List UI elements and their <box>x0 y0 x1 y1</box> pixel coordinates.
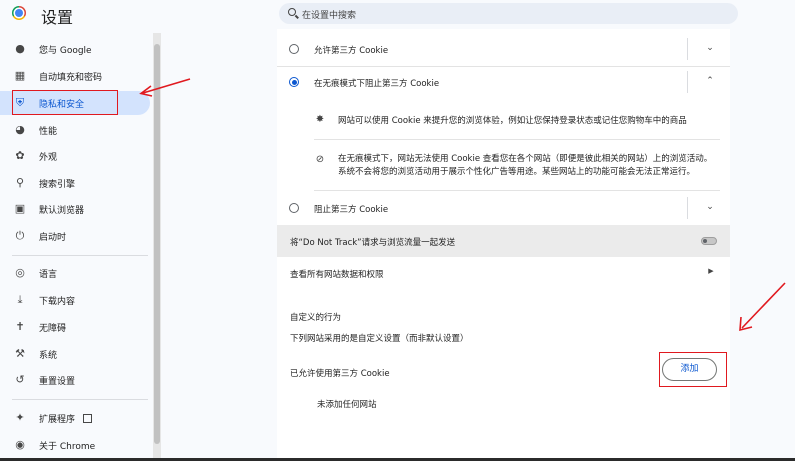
puzzle-icon: ✦ <box>15 411 25 424</box>
sidebar-item-label: 外观 <box>39 153 58 163</box>
clipboard-icon: ▦ <box>14 69 26 82</box>
custom-behavior-heading: 自定义的行为 <box>290 313 342 323</box>
search-icon: ⚲ <box>15 176 25 189</box>
chevron-down-icon[interactable]: ⌄ <box>704 43 716 53</box>
search-icon <box>288 8 296 16</box>
sidebar-item-languages[interactable]: ◎ 语言 <box>0 261 150 285</box>
power-icon: ⏻ <box>15 229 25 242</box>
search-placeholder: 在设置中搜索 <box>302 11 357 21</box>
open-in-new-icon <box>83 414 93 423</box>
sidebar-item-label: 重置设置 <box>39 377 76 387</box>
sidebar-item-label: 关于 Chrome <box>39 442 96 452</box>
sidebar-item-label: 启动时 <box>39 233 67 243</box>
blocked-icon: ⊘ <box>315 154 325 165</box>
palette-icon: ✿ <box>15 149 25 162</box>
sidebar-item-you-and-google[interactable]: ● 您与 Google <box>0 37 150 61</box>
wrench-icon: ⚒ <box>15 347 25 360</box>
annotation-box-add <box>659 352 727 387</box>
sidebar-item-appearance[interactable]: ✿ 外观 <box>0 144 150 168</box>
sidebar-item-reset[interactable]: ↺ 重置设置 <box>0 368 150 392</box>
divider <box>687 197 688 219</box>
sidebar-item-performance[interactable]: ◕ 性能 <box>0 118 150 142</box>
accessibility-icon: ✝ <box>15 320 25 333</box>
radio-block-third-party[interactable] <box>289 203 299 213</box>
custom-behavior-description: 下列网站采用的是自定义设置（而非默认设置） <box>290 334 469 344</box>
annotation-box-privacy <box>12 90 118 115</box>
option-label: 阻止第三方 Cookie <box>314 205 389 215</box>
sidebar-scroll-thumb[interactable] <box>154 44 160 444</box>
top-bar: 设置 在设置中搜索 <box>0 0 795 29</box>
incognito-detail-text: 在无痕模式下，网站无法使用 Cookie 查看您在各个网站（即便是彼此相关的网站… <box>338 154 713 164</box>
sidebar-item-label: 搜索引擎 <box>39 180 76 190</box>
do-not-track-row[interactable]: 将“Do Not Track”请求与浏览流量一起发送 <box>277 225 730 257</box>
incognito-detail-text: 系统不会将您的浏览活动用于展示个性化广告等用途。某些网站上的功能可能会无法正常运… <box>338 167 696 177</box>
sidebar-item-label: 自动填充和密码 <box>39 73 103 83</box>
annotation-arrow-privacy <box>139 78 191 97</box>
allowed-cookies-label: 已允许使用第三方 Cookie <box>290 369 390 379</box>
reset-icon: ↺ <box>15 373 25 386</box>
annotation-arrow-add <box>739 282 786 332</box>
divider <box>687 71 688 93</box>
sidebar-item-label: 您与 Google <box>39 46 92 56</box>
sidebar-item-accessibility[interactable]: ✝ 无障碍 <box>0 315 150 339</box>
do-not-track-label: 将“Do Not Track”请求与浏览流量一起发送 <box>290 238 456 248</box>
speedometer-icon: ◕ <box>15 123 25 136</box>
sidebar-item-search-engine[interactable]: ⚲ 搜索引擎 <box>0 171 150 195</box>
option-label: 在无痕模式下阻止第三方 Cookie <box>314 79 440 89</box>
site-data-label: 查看所有网站数据和权限 <box>290 270 384 280</box>
sidebar-item-default-browser[interactable]: ▣ 默认浏览器 <box>0 197 150 221</box>
sidebar-item-downloads[interactable]: ⤓ 下载内容 <box>0 288 150 312</box>
chevron-up-icon[interactable]: ⌃ <box>704 76 716 86</box>
option-label: 允许第三方 Cookie <box>314 46 389 56</box>
person-icon: ● <box>15 42 25 55</box>
sidebar-item-label: 无障碍 <box>39 324 67 334</box>
chrome-logo-icon <box>12 6 26 20</box>
sidebar-item-autofill[interactable]: ▦ 自动填充和密码 <box>0 64 150 88</box>
do-not-track-toggle[interactable] <box>701 237 717 245</box>
cookie-detail-text: 网站可以使用 Cookie 来提升您的浏览体验，例如让您保持登录状态或记住您购物… <box>338 116 687 126</box>
sidebar-divider <box>12 255 148 256</box>
row-divider <box>314 139 720 140</box>
sidebar-divider <box>12 399 148 400</box>
radio-allow-third-party[interactable] <box>289 44 299 54</box>
sidebar-item-system[interactable]: ⚒ 系统 <box>0 342 150 366</box>
chevron-right-icon[interactable]: ▶ <box>705 267 717 275</box>
search-input[interactable]: 在设置中搜索 <box>279 3 738 24</box>
sidebar-item-extensions[interactable]: ✦ 扩展程序 <box>0 406 150 430</box>
divider <box>687 38 688 60</box>
chevron-down-icon[interactable]: ⌄ <box>704 202 716 212</box>
sidebar-item-label: 默认浏览器 <box>39 206 85 216</box>
cookie-icon: ✸ <box>315 114 325 125</box>
sidebar-item-label: 语言 <box>39 270 58 280</box>
sidebar-item-on-startup[interactable]: ⏻ 启动时 <box>0 224 150 248</box>
sidebar-item-label: 性能 <box>39 127 58 137</box>
sidebar-item-label: 扩展程序 <box>39 412 93 425</box>
sidebar-item-label: 系统 <box>39 351 58 361</box>
browser-icon: ▣ <box>14 202 26 215</box>
sidebar-item-about-chrome[interactable]: ◉ 关于 Chrome <box>0 433 150 457</box>
radio-block-incognito[interactable] <box>289 77 299 87</box>
empty-list-text: 未添加任何网站 <box>317 400 377 410</box>
chrome-icon: ◉ <box>15 438 25 451</box>
page-title: 设置 <box>41 8 74 27</box>
row-divider <box>314 190 720 191</box>
sidebar-item-label: 下载内容 <box>39 297 76 307</box>
row-divider <box>277 66 730 67</box>
globe-icon: ◎ <box>15 266 25 279</box>
download-icon: ⤓ <box>17 293 23 306</box>
extensions-label: 扩展程序 <box>39 415 76 425</box>
